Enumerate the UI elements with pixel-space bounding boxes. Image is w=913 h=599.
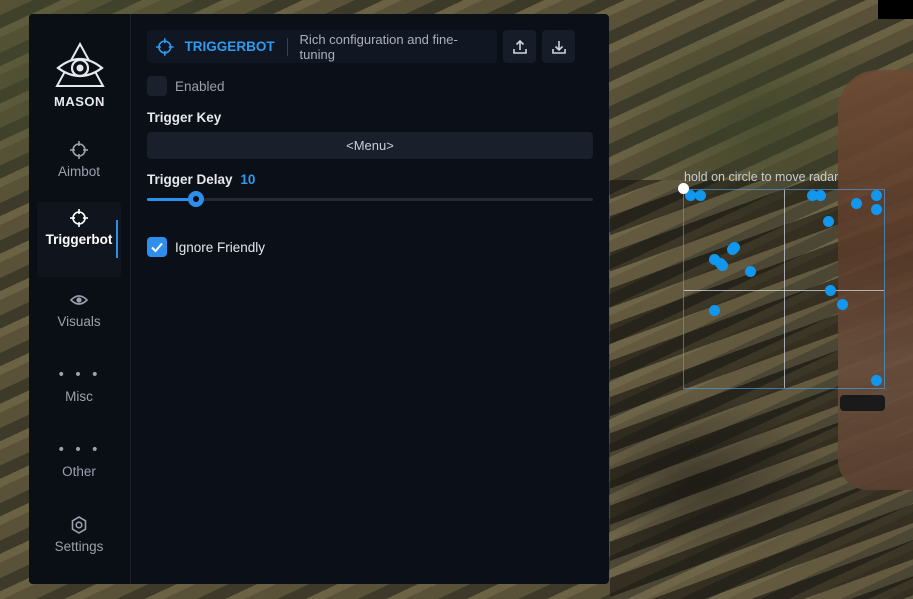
radar-blip <box>870 374 882 386</box>
character-watch <box>840 395 885 411</box>
radar-blip <box>870 190 882 202</box>
dots-icon: • • • <box>57 367 101 383</box>
trigger-key-input[interactable]: <Menu> <box>147 132 593 159</box>
slider-thumb[interactable] <box>188 191 205 207</box>
eye-icon <box>37 290 121 310</box>
section-title: TRIGGERBOT <box>184 39 275 54</box>
radar-blip <box>716 259 728 271</box>
ignore-friendly-checkbox[interactable] <box>147 237 167 257</box>
trigger-delay-label: Trigger Delay <box>147 172 233 187</box>
trigger-delay-row: Trigger Delay 10 <box>147 172 255 187</box>
radar-move-handle[interactable] <box>678 183 689 194</box>
trigger-delay-value: 10 <box>240 172 256 187</box>
sidebar-item-label: Misc <box>65 389 93 404</box>
content-header: TRIGGERBOT Rich configuration and fine-t… <box>147 30 593 63</box>
trigger-delay-slider[interactable] <box>147 191 593 207</box>
enabled-label: Enabled <box>175 78 225 94</box>
sidebar-item-label: Aimbot <box>57 164 101 179</box>
radar-blip <box>744 265 756 277</box>
radar-blip <box>726 243 738 255</box>
section-title-box: TRIGGERBOT Rich configuration and fine-t… <box>147 30 497 63</box>
sidebar-item-other[interactable]: • • • Other <box>37 434 121 509</box>
sidebar-item-label: Triggerbot <box>45 232 113 247</box>
trigger-key-label: Trigger Key <box>147 110 222 125</box>
cheat-menu-panel: MASON Aimbot Triggerbot Visuals • • • Mi… <box>29 14 609 584</box>
eye-triangle-logo-icon <box>54 42 105 87</box>
corner-overlay <box>878 0 913 19</box>
crosshair-icon <box>37 208 121 228</box>
radar-blip <box>850 198 862 210</box>
radar-hint: hold on circle to move radar <box>684 170 839 184</box>
sidebar: MASON Aimbot Triggerbot Visuals • • • Mi… <box>29 14 131 584</box>
ignore-friendly-row: Ignore Friendly <box>147 237 265 257</box>
radar-blip <box>822 216 834 228</box>
export-button[interactable] <box>503 30 536 63</box>
radar <box>683 189 885 389</box>
main-content: TRIGGERBOT Rich configuration and fine-t… <box>147 30 593 257</box>
radar-blip <box>824 285 836 297</box>
crosshair-icon <box>37 140 121 160</box>
checkmark-icon <box>151 242 163 253</box>
gear-icon <box>37 515 121 535</box>
upload-icon <box>512 39 527 54</box>
radar-blip <box>870 204 882 216</box>
section-subtitle: Rich configuration and fine-tuning <box>299 31 458 62</box>
sidebar-item-label: Visuals <box>57 314 101 329</box>
sidebar-item-misc[interactable]: • • • Misc <box>37 359 121 434</box>
download-icon <box>551 40 566 54</box>
sidebar-item-visuals[interactable]: Visuals <box>37 284 121 359</box>
sidebar-item-triggerbot[interactable]: Triggerbot <box>37 202 121 277</box>
app-logo: MASON <box>29 42 130 109</box>
slider-track <box>147 198 593 201</box>
radar-vertical-axis <box>784 190 785 388</box>
crosshair-icon <box>155 37 174 56</box>
enabled-row: Enabled <box>147 76 225 96</box>
sidebar-item-settings[interactable]: Settings <box>37 509 121 584</box>
enabled-checkbox[interactable] <box>147 76 167 96</box>
sidebar-item-label: Other <box>62 464 96 479</box>
sidebar-item-label: Settings <box>54 539 104 554</box>
radar-blip <box>814 190 826 202</box>
app-name: MASON <box>54 94 105 109</box>
import-button[interactable] <box>542 30 575 63</box>
radar-blip <box>836 299 848 311</box>
sidebar-item-aimbot[interactable]: Aimbot <box>37 134 121 209</box>
radar-blip <box>694 190 706 202</box>
ignore-friendly-label: Ignore Friendly <box>175 239 266 255</box>
radar-blip <box>708 305 720 317</box>
title-divider <box>286 37 288 56</box>
dots-icon: • • • <box>57 442 101 458</box>
